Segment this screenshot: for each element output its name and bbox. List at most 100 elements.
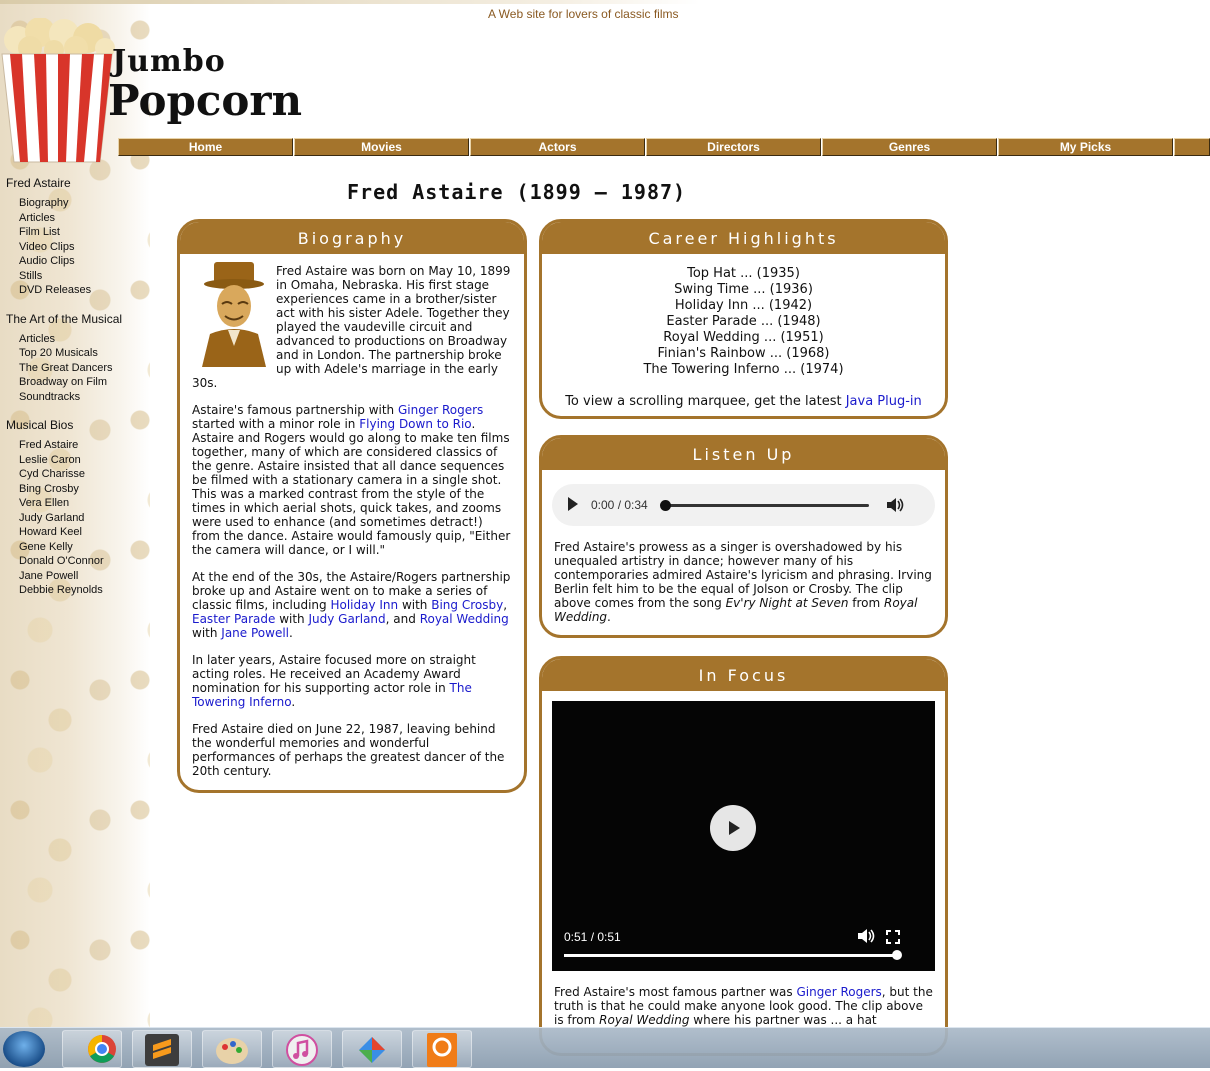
sidebar-group-title: Musical Bios [6,418,74,432]
career-list: Top Hat ... (1935) Swing Time ... (1936)… [554,266,933,378]
sidebar-item-articles[interactable]: Articles [19,211,146,226]
nav-extra[interactable] [1174,138,1210,156]
logo-popcorn[interactable]: Popcorn [108,76,302,125]
bio-paragraph-3: At the end of the 30s, the Astaire/Roger… [192,570,511,640]
career-item: Finian's Rainbow ... (1968) [657,346,830,361]
link-java-plugin[interactable]: Java Plug-in [846,394,922,409]
volume-icon[interactable] [857,928,875,944]
biography-panel: Biography Fred Astaire was born on May 1… [177,219,527,793]
video-time: 0:51 / 0:51 [564,930,621,944]
sidebar-item-judy-garland[interactable]: Judy Garland [19,511,146,526]
popcorn-box-icon [1,18,115,163]
top-stripe [0,0,700,4]
link-jane-powell[interactable]: Jane Powell [221,626,289,640]
sidebar-item-jane-powell[interactable]: Jane Powell [19,569,146,584]
play-icon[interactable] [568,497,578,511]
sidebar-group-fred-astaire: Fred Astaire Biography Articles Film Lis… [6,176,146,298]
link-flying-down-to-rio[interactable]: Flying Down to Rio [359,417,471,431]
sidebar-item-articles[interactable]: Articles [19,332,146,347]
sidebar-item-broadway-on-film[interactable]: Broadway on Film [19,375,146,390]
link-royal-wedding[interactable]: Royal Wedding [420,612,509,626]
sidebar-group-title: Fred Astaire [6,176,71,190]
app-icon[interactable] [342,1030,402,1068]
sidebar-item-top-20-musicals[interactable]: Top 20 Musicals [19,346,146,361]
sidebar-item-gene-kelly[interactable]: Gene Kelly [19,540,146,555]
sublime-text-icon[interactable] [132,1030,192,1068]
panel-heading: Listen Up [542,438,945,470]
link-bing-crosby[interactable]: Bing Crosby [431,598,503,612]
link-holiday-inn[interactable]: Holiday Inn [330,598,398,612]
panel-heading: Career Highlights [542,222,945,254]
nav-actors[interactable]: Actors [470,138,645,156]
career-item: Holiday Inn ... (1942) [674,298,813,313]
sidebar-item-donald-oconnor[interactable]: Donald O'Connor [19,554,146,569]
bio-paragraph-4: In later years, Astaire focused more on … [192,653,476,709]
audio-seek-bar[interactable] [664,504,869,507]
sidebar-item-soundtracks[interactable]: Soundtracks [19,390,146,405]
sidebar-item-fred-astaire[interactable]: Fred Astaire [19,438,146,453]
career-item: Royal Wedding ... (1951) [663,330,824,345]
listen-description: Fred Astaire's prowess as a singer is ov… [554,540,932,624]
nav-movies[interactable]: Movies [294,138,469,156]
volume-icon[interactable] [886,497,904,513]
taskbar [0,1027,1210,1068]
sidebar-item-audio-clips[interactable]: Audio Clips [19,254,146,269]
sidebar-item-stills[interactable]: Stills [19,269,146,284]
main-nav: Home Movies Actors Directors Genres My P… [118,138,1210,156]
video-player[interactable]: 0:51 / 0:51 [552,701,935,971]
nav-my-picks[interactable]: My Picks [998,138,1173,156]
sidebar-item-great-dancers[interactable]: The Great Dancers [19,361,146,376]
link-judy-garland[interactable]: Judy Garland [308,612,385,626]
audio-seek-handle[interactable] [660,500,671,511]
play-icon [729,821,740,835]
career-item: Swing Time ... (1936) [674,282,813,297]
java-plugin-note: To view a scrolling marquee, get the lat… [565,394,922,409]
fullscreen-icon[interactable] [886,930,900,944]
site-tagline: A Web site for lovers of classic films [488,7,679,21]
video-play-button[interactable] [710,805,756,851]
sidebar-item-dvd-releases[interactable]: DVD Releases [19,283,146,298]
sidebar-group-musical-bios: Musical Bios Fred Astaire Leslie Caron C… [6,418,146,598]
panel-heading: In Focus [542,659,945,691]
astaire-portrait-image [202,262,266,367]
sidebar-item-cyd-charisse[interactable]: Cyd Charisse [19,467,146,482]
in-focus-panel: In Focus 0:51 / 0:51 Fred Astaire's most… [539,656,948,1056]
focus-description: Fred Astaire's most famous partner was G… [554,985,933,1027]
career-item: Easter Parade ... (1948) [666,314,821,329]
audio-time: 0:00 / 0:34 [591,498,648,512]
sidebar-item-debbie-reynolds[interactable]: Debbie Reynolds [19,583,146,598]
logo-jumbo[interactable]: Jumbo [112,44,226,79]
career-item: The Towering Inferno ... (1974) [643,362,844,377]
sidebar-item-biography[interactable]: Biography [19,196,146,211]
page-title: Fred Astaire (1899 — 1987) [347,180,687,204]
biography-body: Fred Astaire was born on May 10, 1899 in… [180,254,524,790]
sidebar-item-vera-ellen[interactable]: Vera Ellen [19,496,146,511]
link-ginger-rogers[interactable]: Ginger Rogers [398,403,483,417]
sidebar-group-art-of-musical: The Art of the Musical Articles Top 20 M… [6,312,146,405]
video-seek-handle[interactable] [892,950,902,960]
pdf-icon[interactable] [412,1030,472,1068]
listen-up-panel: Listen Up 0:00 / 0:34 Fred Astaire's pro… [539,435,948,638]
link-easter-parade[interactable]: Easter Parade [192,612,275,626]
bio-paragraph-2: Astaire's famous partnership with Ginger… [192,403,511,557]
nav-directors[interactable]: Directors [646,138,821,156]
paint-icon[interactable] [202,1030,262,1068]
sidebar-item-howard-keel[interactable]: Howard Keel [19,525,146,540]
sidebar: Fred Astaire Biography Articles Film Lis… [6,176,146,612]
sidebar-item-video-clips[interactable]: Video Clips [19,240,146,255]
link-ginger-rogers[interactable]: Ginger Rogers [796,985,881,999]
nav-home[interactable]: Home [118,138,293,156]
itunes-icon[interactable] [272,1030,332,1068]
sidebar-item-bing-crosby[interactable]: Bing Crosby [19,482,146,497]
panel-heading: Biography [180,222,524,254]
windows-start-icon[interactable] [3,1031,45,1067]
nav-genres[interactable]: Genres [822,138,997,156]
sidebar-item-leslie-caron[interactable]: Leslie Caron [19,453,146,468]
career-highlights-panel: Career Highlights Top Hat ... (1935) Swi… [539,219,948,419]
audio-player: 0:00 / 0:34 [552,484,935,526]
career-item: Top Hat ... (1935) [687,266,800,281]
video-seek-bar[interactable] [564,954,897,957]
chrome-icon[interactable] [62,1030,122,1068]
sidebar-item-film-list[interactable]: Film List [19,225,146,240]
sidebar-group-title: The Art of the Musical [6,311,123,326]
